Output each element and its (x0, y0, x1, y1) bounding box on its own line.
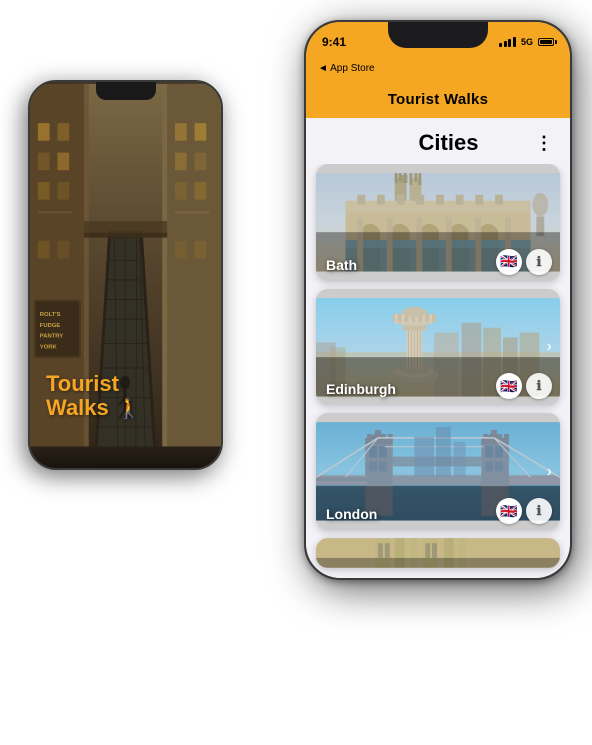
city-badges-bath: 🇬🇧 ℹ (496, 249, 552, 275)
city-badges-edinburgh: 🇬🇧 ℹ (496, 373, 552, 399)
tourist-label: Tourist (46, 372, 205, 396)
phone-screen: 9:41 5G ◄ App Store (306, 22, 570, 578)
city-badges-london: 🇬🇧 ℹ (496, 498, 552, 524)
more-menu-icon[interactable]: ⋮ (535, 133, 554, 154)
city-label-london: London (326, 506, 377, 522)
flag-badge-london: 🇬🇧 (496, 498, 522, 524)
cities-header: Cities ⋮ (306, 118, 570, 164)
app-store-bar[interactable]: ◄ App Store (306, 56, 570, 80)
phone-front: 9:41 5G ◄ App Store (304, 20, 572, 580)
city-card-bath[interactable]: Bath 🇬🇧 ℹ (316, 164, 560, 281)
phone-back: ROLT'S FUDGE PANTRY YORK (28, 80, 223, 470)
signal-bars (499, 37, 516, 47)
scene: ROLT'S FUDGE PANTRY YORK (0, 0, 592, 745)
back-phone-screen: ROLT'S FUDGE PANTRY YORK (30, 82, 221, 468)
front-phone-notch (388, 22, 488, 48)
svg-text:ROLT'S: ROLT'S (40, 312, 61, 318)
svg-text:FUDGE: FUDGE (40, 323, 61, 329)
network-type: 5G (521, 37, 533, 47)
city-label-edinburgh: Edinburgh (326, 381, 396, 397)
cities-title: Cities (362, 130, 535, 156)
back-phone-notch (96, 82, 156, 100)
svg-text:PANTRY: PANTRY (40, 334, 64, 340)
nav-bar: Tourist Walks (306, 80, 570, 118)
info-badge-edinburgh[interactable]: ℹ (526, 373, 552, 399)
cities-list: Bath 🇬🇧 ℹ (306, 164, 570, 578)
status-icons: 5G (499, 37, 554, 47)
flag-badge-bath: 🇬🇧 (496, 249, 522, 275)
nav-title: Tourist Walks (388, 91, 489, 108)
status-time: 9:41 (322, 35, 346, 49)
chevron-right-edinburgh: › (547, 338, 552, 356)
info-badge-bath[interactable]: ℹ (526, 249, 552, 275)
content-area: Cities ⋮ (306, 118, 570, 578)
app-store-back[interactable]: ◄ App Store (318, 63, 375, 74)
chevron-right-london: › (547, 463, 552, 481)
walking-figure-icon: 🚶 (117, 398, 142, 420)
city-label-bath: Bath (326, 257, 357, 273)
walks-label: Walks 🚶 (46, 396, 205, 420)
city-card-edinburgh[interactable]: Edinburgh 🇬🇧 ℹ › (316, 289, 560, 406)
city-card-london[interactable]: London 🇬🇧 ℹ › (316, 413, 560, 530)
city-card-york[interactable] (316, 538, 560, 568)
svg-text:YORK: YORK (40, 344, 58, 350)
back-phone-logo: Tourist Walks 🚶 (46, 372, 205, 420)
flag-badge-edinburgh: 🇬🇧 (496, 373, 522, 399)
info-badge-london[interactable]: ℹ (526, 498, 552, 524)
battery-icon (538, 38, 554, 46)
